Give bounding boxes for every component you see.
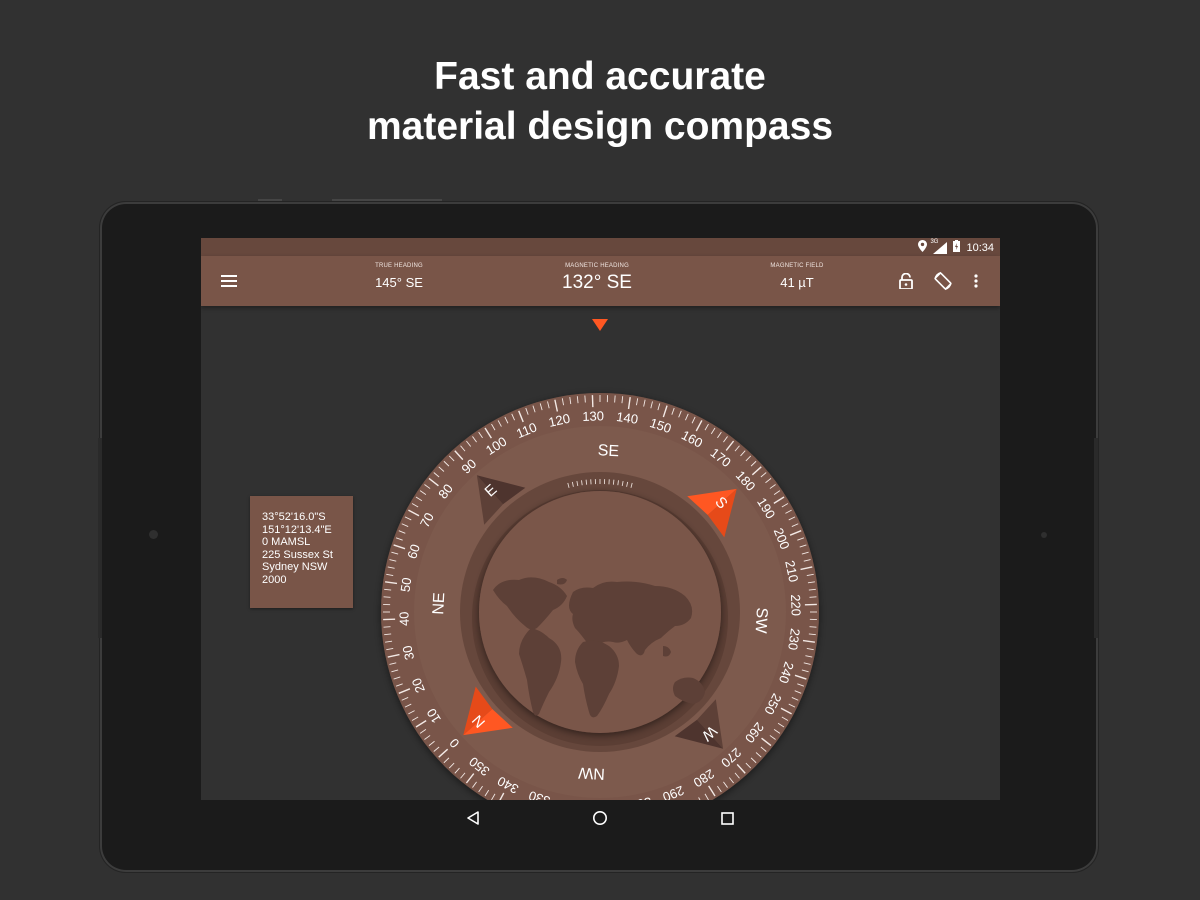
true-heading: TRUE HEADING 145° SE — [349, 263, 449, 290]
dial-degree-label: 40 — [396, 611, 411, 626]
dial-degree-label: 130 — [582, 408, 604, 424]
tablet-right-edge — [1094, 438, 1098, 638]
tablet-camera — [149, 530, 158, 539]
inner-tick — [612, 479, 615, 485]
dial-degree-label: 230 — [785, 627, 803, 651]
intercardinal-label: NE — [430, 592, 448, 615]
promo-headline: Fast and accurate material design compas… — [0, 52, 1200, 152]
signal-3g-icon: 3G — [930, 238, 948, 254]
lock-icon[interactable] — [895, 270, 917, 292]
app-toolbar: TRUE HEADING 145° SE MAGNETIC HEADING 13… — [201, 256, 1000, 306]
screen-rotation-icon[interactable] — [932, 270, 954, 292]
promo-line-2: material design compass — [366, 105, 834, 148]
magnetic-field-value: 41 µT — [780, 275, 814, 290]
tablet-left-edge — [98, 438, 102, 638]
magnetic-field-label: MAGNETIC FIELD — [770, 263, 824, 269]
location-icon — [918, 240, 928, 255]
location-card[interactable]: 33°52'16.0"S 151°12'13.4"E 0 MAMSL 225 S… — [250, 496, 353, 608]
network-label: 3G — [930, 238, 939, 245]
dial-degree-label: 220 — [788, 594, 804, 616]
heading-marker-icon — [592, 319, 608, 331]
status-bar: 3G 10:34 — [201, 238, 1000, 256]
address-line-3: 2000 — [262, 573, 287, 586]
latitude: 33°52'16.0"S — [262, 511, 326, 523]
magnetic-field: MAGNETIC FIELD 41 µT — [747, 263, 847, 290]
more-vert-icon[interactable] — [965, 270, 987, 292]
system-navbar — [201, 800, 1000, 836]
recents-square-icon[interactable] — [717, 808, 737, 828]
dial-degree-label: 140 — [615, 409, 639, 427]
address-line-1: 225 Sussex St — [262, 548, 333, 561]
address-line-2: Sydney NSW — [262, 561, 328, 573]
true-heading-value: 145° SE — [375, 275, 423, 290]
magnetic-heading-value: 132° SE — [562, 272, 632, 293]
hamburger-menu-icon[interactable] — [218, 270, 240, 292]
longitude: 151°12'13.4"E — [262, 523, 332, 536]
app-screen: 3G 10:34 TRUE HEADING 145° SE MAGNETIC H… — [201, 238, 1000, 800]
magnetic-heading-label: MAGNETIC HEADING — [565, 263, 629, 269]
battery-charging-icon — [953, 240, 961, 255]
true-heading-label: TRUE HEADING — [375, 263, 423, 269]
home-circle-icon[interactable] — [590, 808, 610, 828]
magnetic-heading: MAGNETIC HEADING 132° SE — [537, 263, 657, 294]
status-time: 10:34 — [966, 241, 994, 254]
compass-content: 0 10 20 30 40 50 60 70 80 90 100 110 120 130 140 150 160… — [201, 306, 1000, 800]
dial-degree-label: 50 — [397, 577, 414, 593]
dial-degree-label: 30 — [399, 644, 417, 661]
promo-line-1: Fast and accurate — [434, 55, 766, 98]
back-triangle-icon[interactable] — [463, 808, 483, 828]
altitude: 0 MAMSL — [262, 536, 311, 548]
intercardinal-label: SE — [597, 442, 619, 460]
tablet-sensor — [1041, 532, 1047, 538]
inner-tick — [585, 479, 588, 485]
intercardinal-label: SW — [752, 607, 770, 635]
intercardinal-label: NW — [577, 764, 605, 782]
